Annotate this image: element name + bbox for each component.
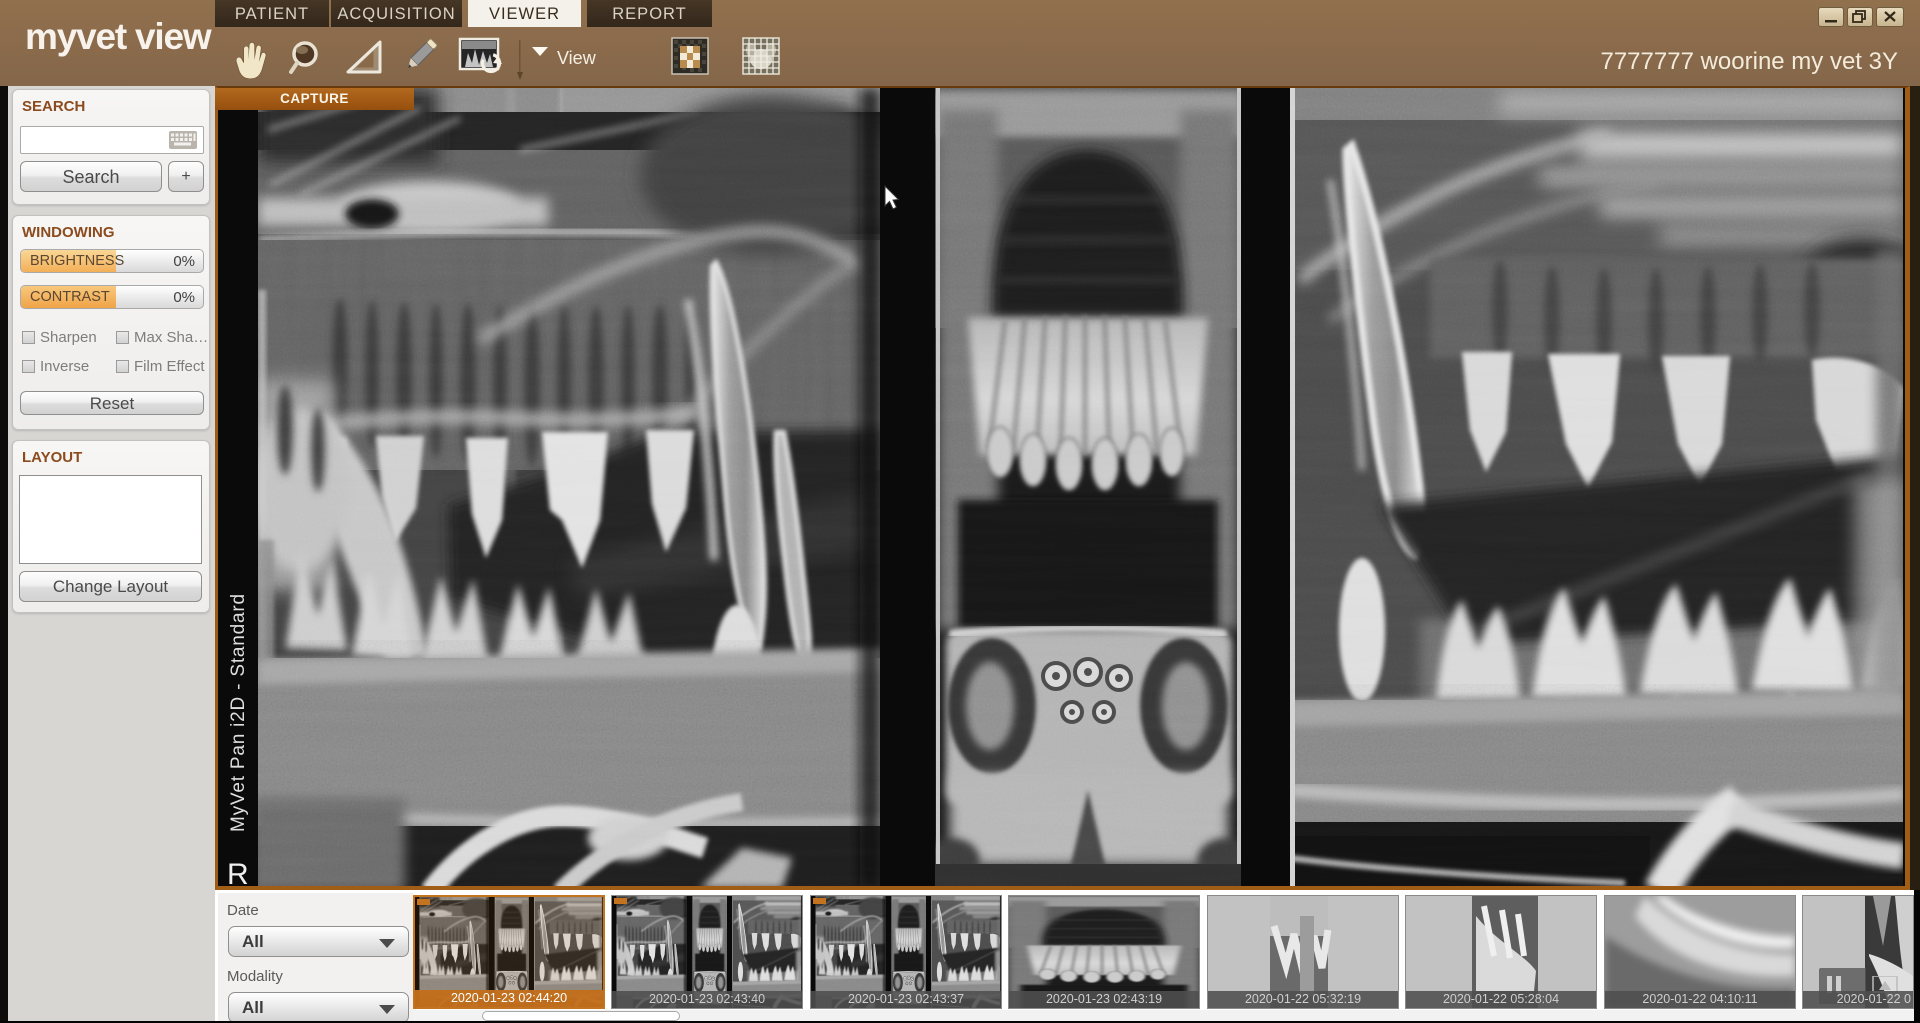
svg-text:MyVet Pan i2D - Standard: MyVet Pan i2D - Standard: [228, 593, 249, 832]
svg-text:R: R: [227, 858, 249, 890]
